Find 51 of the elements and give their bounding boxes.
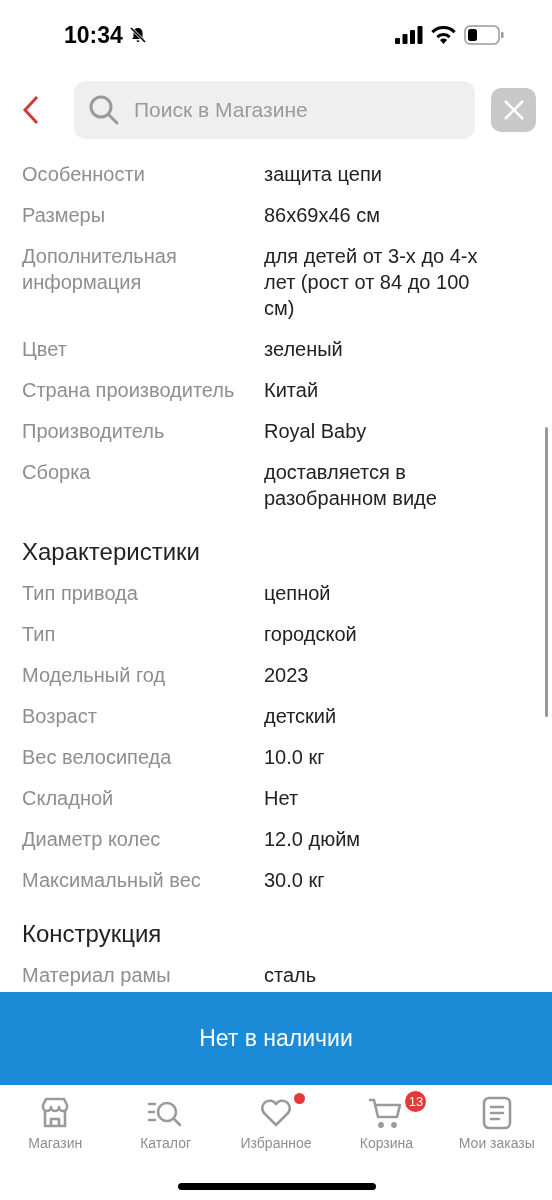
spec-value: 12.0 дюйм <box>264 826 362 852</box>
spec-value: городской <box>264 621 358 647</box>
spec-value: 30.0 кг <box>264 867 326 893</box>
spec-value: 10.0 кг <box>264 744 326 770</box>
close-icon <box>502 99 525 121</box>
section-heading: Характеристики <box>21 537 201 567</box>
spec-value: сталь <box>264 962 318 988</box>
spec-label: Дополнительная информация <box>22 243 178 295</box>
spec-label: Страна производитель <box>22 377 236 403</box>
spec-value: Китай <box>264 377 320 403</box>
count-badge: 13 <box>405 1091 427 1112</box>
spec-label: Цвет <box>22 336 68 362</box>
spec-label: Максимальный вес <box>22 867 202 893</box>
spec-value: для детей от 3-х до 4-х лет (рост от 84 до 100 см) <box>264 243 479 321</box>
nav-tab[interactable]: Магазин <box>0 1095 111 1151</box>
status-time: 10:34 <box>64 21 123 49</box>
spec-label: Производитель <box>22 418 166 444</box>
chevron-left-icon <box>22 95 40 125</box>
spec-label: Модельный год <box>22 662 167 688</box>
heart-icon <box>259 1097 293 1129</box>
spec-label: Диаметр колес <box>22 826 162 852</box>
spec-value: цепной <box>264 580 332 606</box>
out-of-stock-button[interactable]: Нет в наличии <box>0 992 552 1085</box>
spec-value: детский <box>264 703 338 729</box>
spec-label: Материал рамы <box>22 962 172 988</box>
spec-label: Особенности <box>22 161 146 187</box>
spec-label: Сборка <box>22 459 92 485</box>
spec-label: Вес велосипеда <box>22 744 173 770</box>
battery-icon <box>464 25 504 45</box>
spec-label: Тип <box>22 621 57 647</box>
search-field[interactable]: Поиск в Магазине <box>74 81 475 139</box>
nav-tab[interactable]: Мои заказы <box>441 1095 552 1151</box>
muted-bell-icon <box>128 26 147 44</box>
signal-icon <box>395 26 423 44</box>
nav-tab[interactable]: Каталог <box>110 1095 221 1151</box>
spec-value: 2023 <box>264 662 310 688</box>
wifi-icon <box>431 26 456 44</box>
search-icon <box>88 94 120 126</box>
spec-value: доставляется в разобранном виде <box>264 459 438 511</box>
section-heading: Конструкция <box>21 919 163 949</box>
spec-value: защита цепи <box>264 161 383 187</box>
nav-tab[interactable]: Избранное <box>220 1095 332 1151</box>
spec-label: Возраст <box>22 703 98 729</box>
spec-label: Тип привода <box>22 580 139 606</box>
spec-label: Размеры <box>22 202 107 228</box>
spec-value: Royal Baby <box>264 418 368 444</box>
spec-value: Нет <box>264 785 300 811</box>
spec-value: 86x69x46 см <box>264 202 382 228</box>
orders-icon <box>481 1096 512 1130</box>
spec-label: Складной <box>22 785 115 811</box>
spec-value: зеленый <box>264 336 344 362</box>
